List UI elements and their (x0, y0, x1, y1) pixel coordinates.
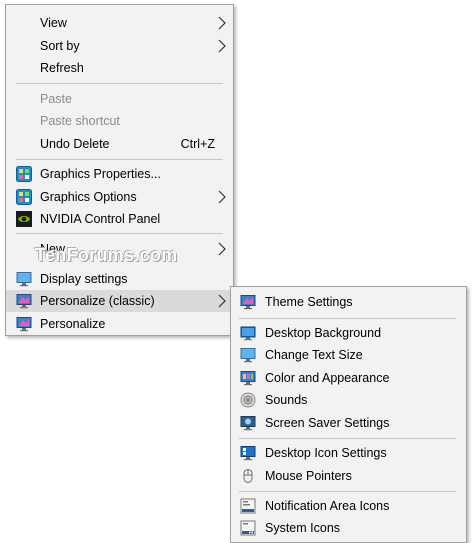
submenu-item-label: Desktop Icon Settings (265, 446, 387, 460)
menu-separator (239, 438, 456, 439)
monitor-icon (240, 348, 256, 363)
submenu-item-label: Notification Area Icons (265, 499, 390, 513)
menu-separator (16, 159, 223, 160)
menu-separator (239, 491, 456, 492)
menu-item-label: Graphics Properties... (40, 167, 161, 181)
menu-item-label: Refresh (40, 61, 84, 75)
menu-separator (16, 233, 223, 234)
menu-separator (239, 318, 456, 319)
menu-item-label: Personalize (40, 317, 106, 331)
desktop-background-icon (240, 326, 256, 341)
personalize-classic-submenu: Theme Settings Desktop Background Change… (230, 286, 467, 543)
submenu-item-screen-saver-settings[interactable]: Screen Saver Settings (231, 412, 466, 434)
submenu-item-mouse-pointers[interactable]: Mouse Pointers (231, 465, 466, 487)
intel-graphics-icon (16, 166, 32, 182)
submenu-item-label: System Icons (265, 521, 341, 535)
desktop-icons-icon (240, 446, 256, 461)
submenu-item-label: Theme Settings (265, 295, 353, 309)
submenu-item-color-and-appearance[interactable]: Color and Appearance (231, 367, 466, 389)
submenu-item-label: Mouse Pointers (265, 469, 352, 483)
submenu-item-label: Screen Saver Settings (265, 416, 390, 430)
chevron-right-icon (218, 190, 226, 204)
menu-item-view[interactable]: View (6, 12, 233, 34)
nvidia-icon (16, 211, 32, 227)
menu-item-label: New (40, 242, 66, 256)
submenu-item-label: Sounds (265, 393, 308, 407)
notification-area-icon (240, 498, 256, 514)
menu-item-label: Paste (40, 92, 72, 106)
menu-item-label: Sort by (40, 39, 80, 53)
menu-item-label: Graphics Options (40, 190, 137, 204)
monitor-icon (16, 272, 32, 287)
chevron-right-icon (218, 294, 226, 308)
menu-item-sort-by[interactable]: Sort by (6, 35, 233, 57)
menu-item-label: NVIDIA Control Panel (40, 212, 161, 226)
submenu-item-notification-area-icons[interactable]: Notification Area Icons (231, 495, 466, 517)
menu-item-display-settings[interactable]: Display settings (6, 268, 233, 290)
desktop-context-menu: View Sort by Refresh Paste Paste shortcu… (5, 4, 234, 336)
chevron-right-icon (218, 242, 226, 256)
menu-item-label: Paste shortcut (40, 114, 120, 128)
submenu-item-desktop-icon-settings[interactable]: Desktop Icon Settings (231, 442, 466, 464)
menu-item-graphics-properties[interactable]: Graphics Properties... (6, 163, 233, 185)
menu-item-new[interactable]: New (6, 238, 233, 260)
menu-item-label: View (40, 16, 67, 30)
chevron-right-icon (218, 16, 226, 30)
personalize-monitor-icon (16, 317, 32, 332)
menu-item-refresh[interactable]: Refresh (6, 57, 233, 79)
mouse-icon (243, 469, 253, 483)
speaker-icon (240, 392, 256, 408)
menu-separator (16, 83, 223, 84)
menu-item-undo-delete[interactable]: Undo Delete Ctrl+Z (6, 133, 233, 155)
menu-item-label: Display settings (40, 272, 128, 286)
submenu-item-label: Change Text Size (265, 348, 363, 362)
menu-item-personalize[interactable]: Personalize (6, 313, 233, 335)
submenu-item-change-text-size[interactable]: Change Text Size (231, 344, 466, 366)
menu-item-paste-shortcut[interactable]: Paste shortcut (6, 110, 233, 132)
submenu-item-sounds[interactable]: Sounds (231, 389, 466, 411)
system-icons-icon (240, 520, 256, 536)
submenu-item-label: Color and Appearance (265, 371, 390, 385)
menu-item-paste[interactable]: Paste (6, 88, 233, 110)
menu-item-label: Undo Delete (40, 137, 110, 151)
keyboard-shortcut: Ctrl+Z (180, 137, 215, 151)
screen-saver-icon (240, 416, 256, 431)
theme-icon (240, 295, 256, 310)
submenu-item-label: Desktop Background (265, 326, 382, 340)
menu-item-graphics-options[interactable]: Graphics Options (6, 186, 233, 208)
submenu-item-theme-settings[interactable]: Theme Settings (231, 291, 466, 313)
personalize-monitor-icon (16, 294, 32, 309)
menu-item-label: Personalize (classic) (40, 294, 155, 308)
submenu-item-system-icons[interactable]: System Icons (231, 517, 466, 539)
chevron-right-icon (218, 39, 226, 53)
menu-item-personalize-classic[interactable]: Personalize (classic) (6, 290, 233, 312)
menu-item-nvidia-control-panel[interactable]: NVIDIA Control Panel (6, 208, 233, 230)
submenu-item-desktop-background[interactable]: Desktop Background (231, 322, 466, 344)
intel-graphics-icon (16, 189, 32, 205)
color-appearance-icon (240, 371, 256, 386)
